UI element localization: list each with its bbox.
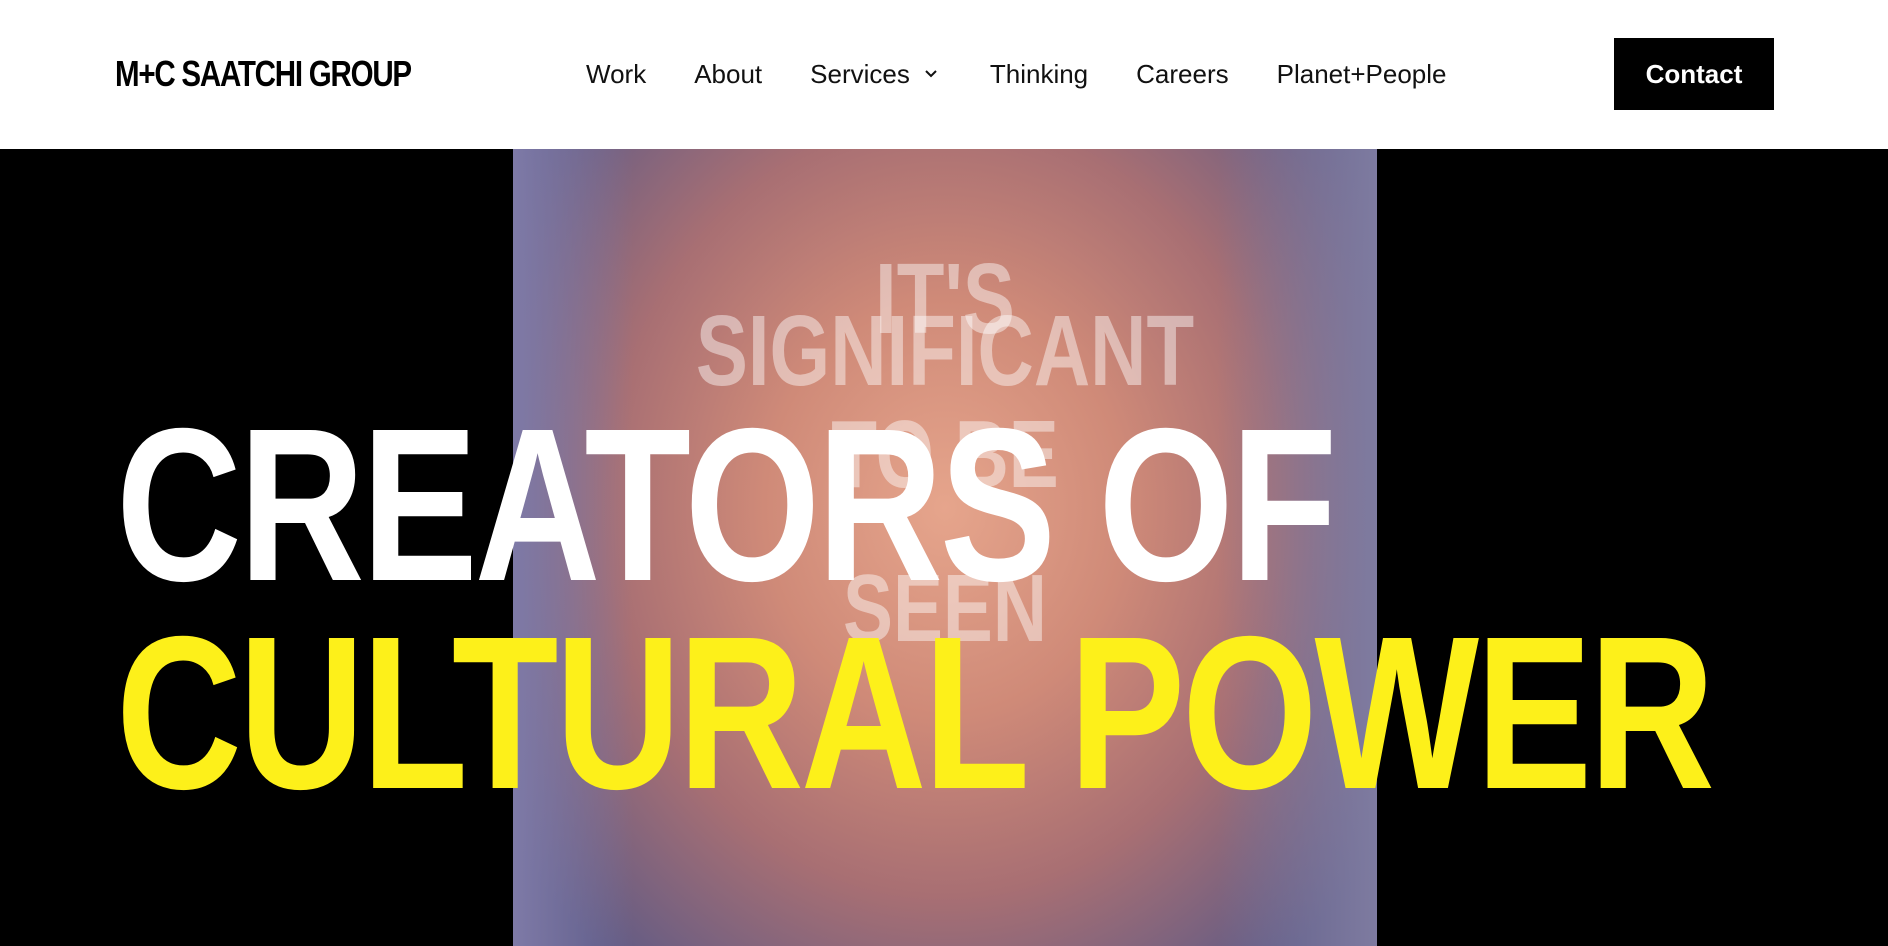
- main-nav: Work About Services Thinking Careers Pla…: [586, 56, 1447, 92]
- hero-section: IT'S SIGNIFICANT TO BE SEEN CREATORS OF …: [0, 149, 1888, 946]
- nav-item-about[interactable]: About: [694, 59, 762, 90]
- nav-item-work[interactable]: Work: [586, 59, 646, 90]
- nav-item-label: Planet+People: [1276, 58, 1447, 89]
- nav-item-label: Work: [586, 58, 647, 89]
- nav-item-planet-people[interactable]: Planet+People: [1277, 59, 1447, 90]
- chevron-down-icon: [925, 70, 937, 78]
- nav-item-label: About: [694, 58, 763, 89]
- nav-item-label: Careers: [1136, 58, 1229, 89]
- site-header: M+C SAATCHI GROUP Work About Services Th…: [0, 0, 1888, 149]
- nav-item-label: Thinking: [989, 58, 1089, 89]
- nav-item-services[interactable]: Services: [810, 59, 940, 90]
- hero-headline-line-2: CULTURAL POWER: [116, 592, 1715, 835]
- nav-item-thinking[interactable]: Thinking: [990, 59, 1088, 90]
- hero-headline-line-1: CREATORS OF: [116, 384, 1337, 627]
- nav-item-label: Services: [810, 58, 910, 89]
- nav-item-careers[interactable]: Careers: [1136, 59, 1228, 90]
- brand-logo[interactable]: M+C SAATCHI GROUP: [115, 50, 412, 98]
- contact-button[interactable]: Contact: [1614, 38, 1774, 110]
